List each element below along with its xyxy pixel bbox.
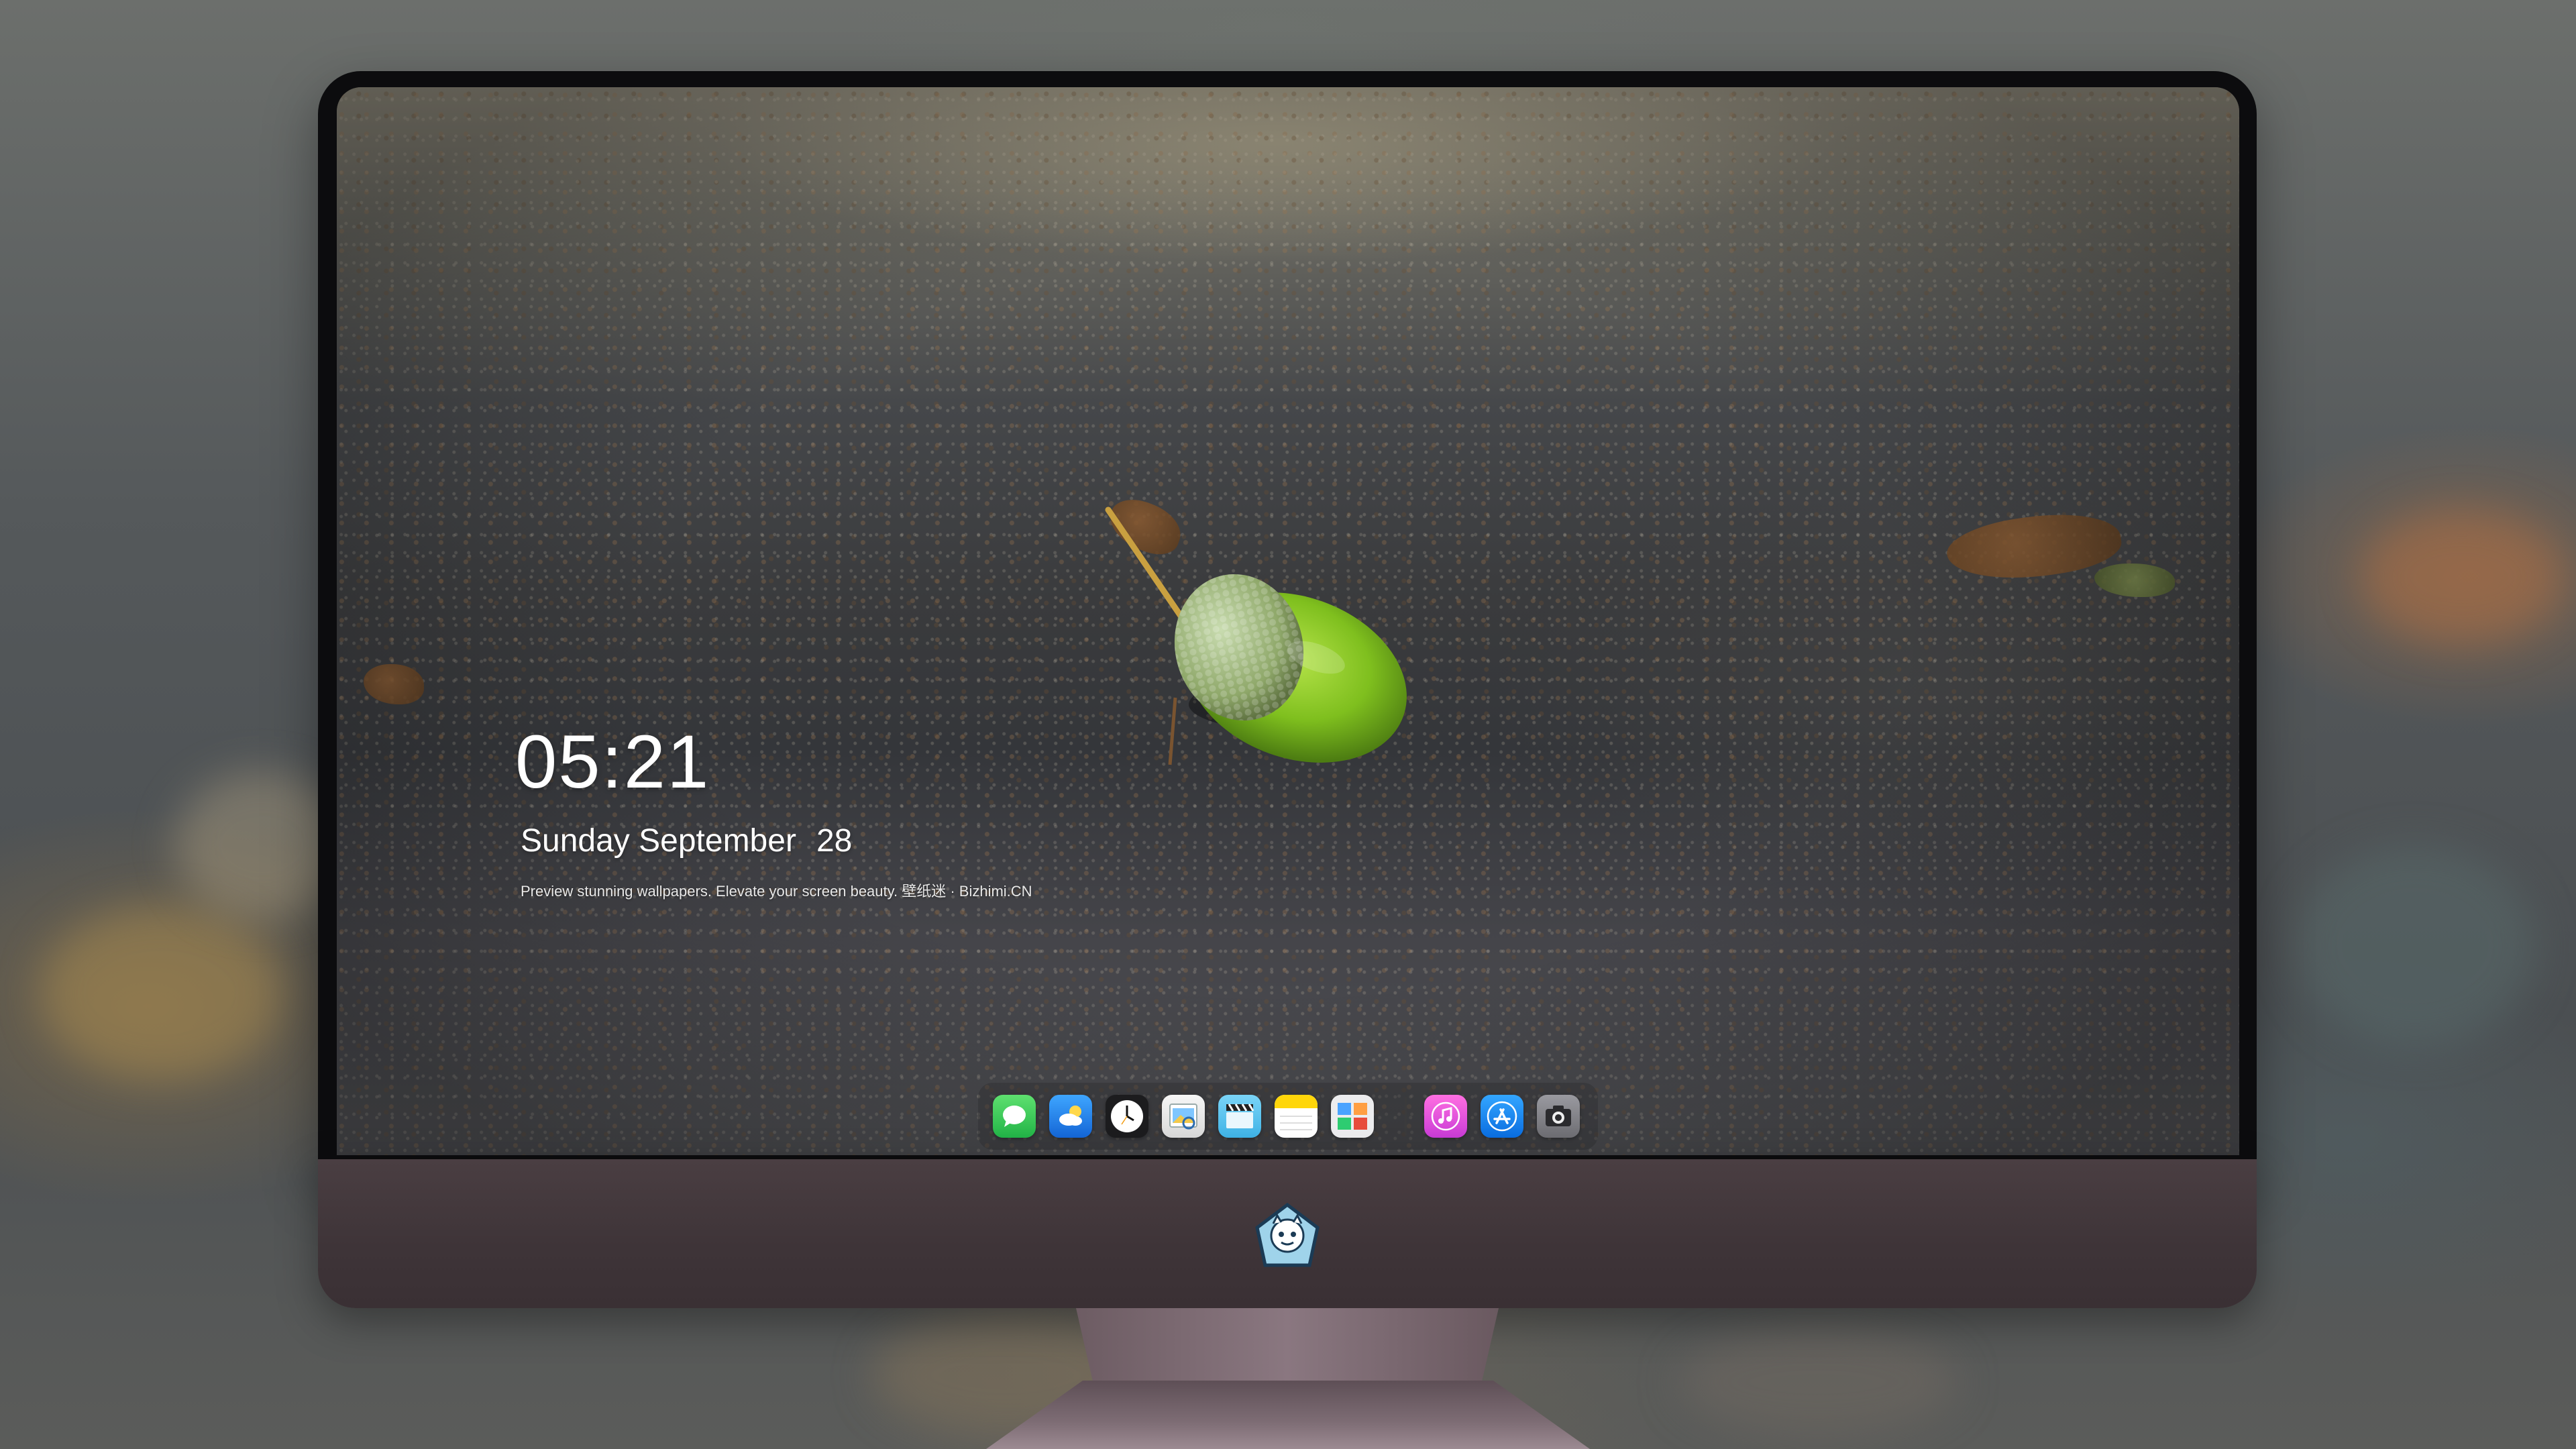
monitor-stand-neck xyxy=(1076,1308,1499,1382)
dock-app-messages[interactable] xyxy=(993,1095,1036,1138)
preview-icon xyxy=(1169,1104,1197,1130)
dock-separator xyxy=(1405,1097,1407,1136)
dock-app-app-store[interactable] xyxy=(1481,1095,1523,1138)
clock-icon xyxy=(1111,1100,1143,1132)
camera-icon xyxy=(1546,1106,1571,1126)
lock-clock: 05:21 xyxy=(515,720,710,804)
music-icon xyxy=(1431,1102,1460,1131)
app-store-icon xyxy=(1487,1101,1517,1132)
dock-app-photo-gallery[interactable] xyxy=(1331,1095,1374,1138)
monitor-stand-base xyxy=(986,1381,1590,1449)
acorn-image xyxy=(1105,506,1407,765)
messages-icon xyxy=(1003,1106,1026,1127)
dock-app-clips[interactable] xyxy=(1218,1095,1261,1138)
dock-app-camera[interactable] xyxy=(1537,1095,1580,1138)
photo-gallery-icon xyxy=(1338,1103,1367,1130)
dock-app-notes[interactable] xyxy=(1275,1095,1318,1138)
dock-app-music[interactable] xyxy=(1424,1095,1467,1138)
dock xyxy=(978,1083,1598,1150)
weather-icon xyxy=(1059,1106,1082,1126)
lock-date-weekday-month: Sunday September xyxy=(521,823,796,859)
lock-date-day: 28 xyxy=(816,823,853,859)
clapperboard-icon xyxy=(1226,1104,1254,1128)
dock-app-preview[interactable] xyxy=(1162,1095,1205,1138)
brand-logo-icon xyxy=(1255,1202,1320,1267)
lock-screen xyxy=(337,87,2239,1155)
desktop-mockup: 05:21 Sunday September 28 Preview stunnin… xyxy=(0,0,2576,1449)
dock-app-clock[interactable] xyxy=(1106,1095,1148,1138)
lock-date: Sunday September 28 xyxy=(521,825,852,857)
notes-icon xyxy=(1275,1095,1318,1130)
dock-app-weather[interactable] xyxy=(1049,1095,1092,1138)
wallpaper-credit-tagline: Preview stunning wallpapers. Elevate you… xyxy=(521,883,1032,900)
